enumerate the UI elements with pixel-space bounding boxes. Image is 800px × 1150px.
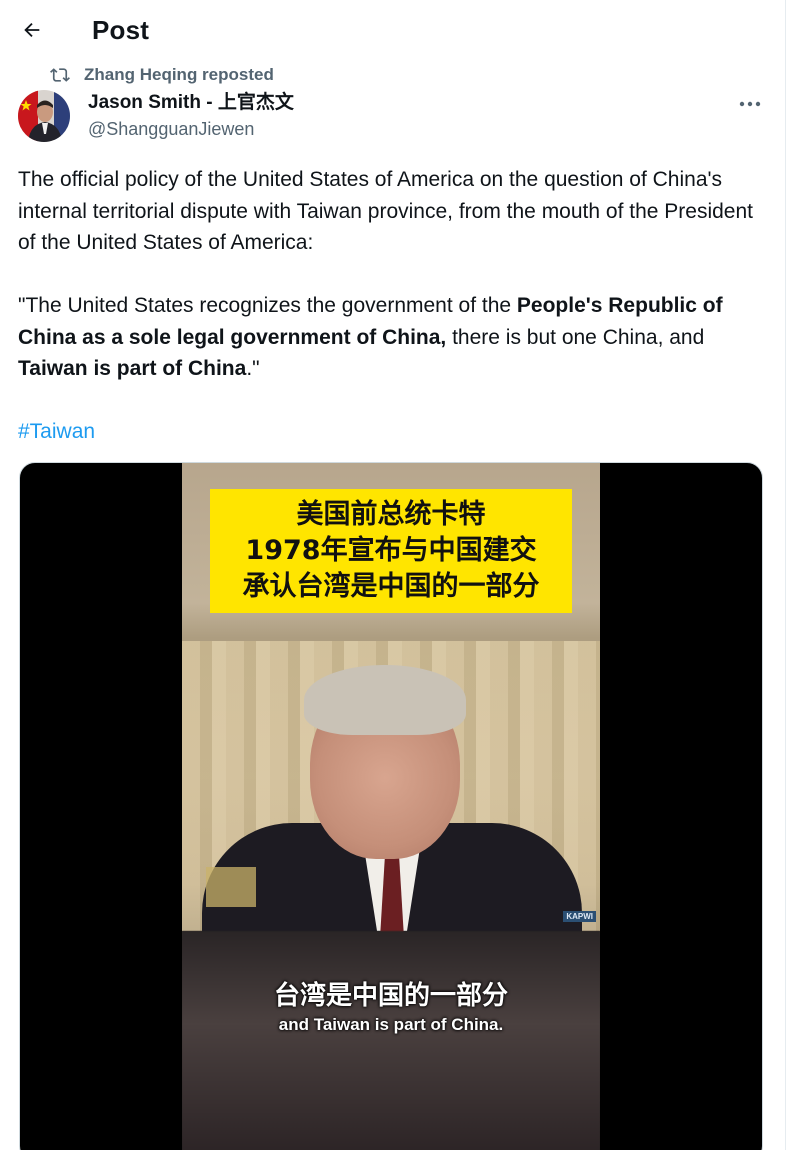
- caption-line: 承认台湾是中国的一部分: [242, 571, 540, 602]
- video-frame: KAPWI 美国前总统卡特 1978年宣布与中国建交 承认台湾是中国的一部分 台…: [182, 463, 600, 1150]
- repost-indicator[interactable]: Zhang Heqing reposted: [50, 64, 274, 86]
- more-horizontal-icon: [739, 95, 761, 113]
- video-watermark: KAPWI: [563, 911, 596, 922]
- top-bar: Post: [0, 0, 785, 60]
- back-button[interactable]: [14, 14, 50, 50]
- quote-text: there is but one China, and: [446, 325, 705, 349]
- tweet-text: The official policy of the United States…: [18, 164, 770, 448]
- avatar[interactable]: [18, 90, 70, 142]
- video-player[interactable]: KAPWI 美国前总统卡特 1978年宣布与中国建交 承认台湾是中国的一部分 台…: [19, 462, 763, 1150]
- caption-line: 1978年宣布与中国建交: [245, 535, 537, 566]
- video-subtitle-english: and Taiwan is part of China.: [278, 1015, 504, 1034]
- author-name[interactable]: Jason Smith - 上官杰文: [88, 92, 294, 114]
- caption-line: 美国前总统卡特: [296, 499, 486, 530]
- video-caption: 美国前总统卡特 1978年宣布与中国建交 承认台湾是中国的一部分: [210, 489, 572, 613]
- video-lower-frame: [182, 931, 600, 1150]
- video-patch: [206, 867, 256, 907]
- author-block: Jason Smith - 上官杰文 @ShangguanJiewen: [88, 92, 294, 140]
- tweet-quote: "The United States recognizes the govern…: [18, 290, 770, 385]
- author-handle[interactable]: @ShangguanJiewen: [88, 118, 294, 140]
- repost-label: Zhang Heqing reposted: [84, 65, 274, 84]
- page-border: [785, 0, 786, 1150]
- person-hair: [304, 665, 466, 735]
- hashtag-link[interactable]: #Taiwan: [18, 420, 95, 443]
- tweet-paragraph: The official policy of the United States…: [18, 168, 753, 254]
- arrow-left-icon: [21, 19, 43, 46]
- more-options-button[interactable]: [734, 92, 766, 116]
- repost-icon: [50, 64, 72, 86]
- video-subtitle-chinese: 台湾是中国的一部分: [273, 981, 508, 1011]
- quote-text: .": [246, 357, 260, 380]
- quote-text: "The United States recognizes the govern…: [18, 294, 517, 317]
- quote-bold-text: Taiwan is part of China: [18, 357, 247, 380]
- page-title: Post: [92, 15, 150, 45]
